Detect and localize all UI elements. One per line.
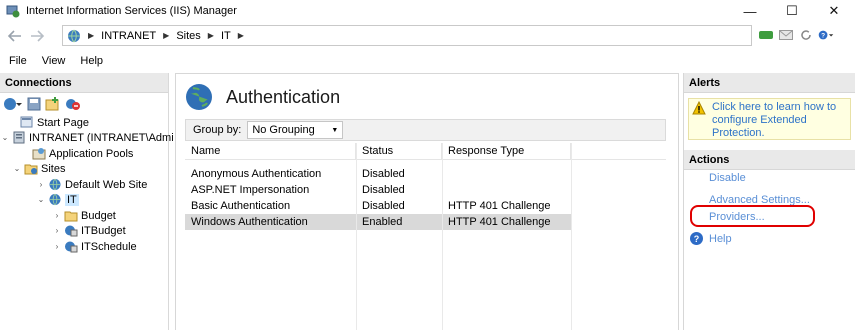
- mail-icon[interactable]: [778, 27, 794, 43]
- breadcrumb-intranet[interactable]: INTRANET: [101, 30, 156, 42]
- tree-item-start-page[interactable]: Start Page: [8, 115, 89, 130]
- expand-chevron-icon[interactable]: ›: [52, 226, 62, 235]
- breadcrumb-separator: ▶: [237, 31, 244, 40]
- groupby-dropdown[interactable]: No Grouping ▼: [247, 121, 344, 139]
- actions-pane: Alerts Click here to learn how to config…: [683, 73, 855, 330]
- tree-item-default-web-site[interactable]: › Default Web Site: [36, 177, 148, 192]
- forward-arrow-icon[interactable]: [26, 25, 48, 47]
- tree-item-budget[interactable]: › Budget: [52, 208, 116, 223]
- svg-text:?: ?: [821, 33, 825, 40]
- connections-toolbar: [0, 93, 168, 115]
- title-bar: Internet Information Services (IIS) Mana…: [0, 0, 855, 22]
- groupby-bar: Group by: No Grouping ▼: [185, 119, 666, 141]
- providers-highlight-ring: [690, 205, 815, 227]
- table-row[interactable]: Basic Authentication Disabled HTTP 401 C…: [185, 198, 666, 214]
- groupby-label: Group by:: [193, 124, 242, 136]
- application-icon: [65, 241, 78, 253]
- actions-header: Actions: [684, 150, 855, 170]
- collapse-chevron-icon[interactable]: ⌄: [36, 195, 46, 204]
- warning-icon: [692, 101, 706, 115]
- menu-help[interactable]: Help: [80, 55, 103, 67]
- expand-chevron-icon[interactable]: ›: [52, 211, 62, 220]
- feature-pane: Authentication Group by: No Grouping ▼ N…: [175, 73, 679, 330]
- table-row-selected[interactable]: Windows Authentication Enabled HTTP 401 …: [185, 214, 571, 230]
- start-page-icon: [20, 116, 33, 128]
- alerts-header: Alerts: [684, 73, 855, 93]
- address-field[interactable]: ▶ INTRANET ▶ Sites ▶ IT ▶: [62, 25, 752, 46]
- connections-header: Connections: [0, 73, 168, 93]
- groupby-value: No Grouping: [252, 124, 315, 136]
- globe-icon: [49, 178, 61, 191]
- back-arrow-icon[interactable]: [4, 25, 26, 47]
- disable-action-link[interactable]: Disable: [709, 172, 746, 184]
- collapse-chevron-icon[interactable]: ⌄: [0, 133, 10, 142]
- tree-item-sites[interactable]: ⌄ Sites: [12, 161, 65, 176]
- window-controls: — ☐ ✕: [729, 0, 855, 22]
- connect-icon[interactable]: [758, 27, 774, 43]
- page-title: Authentication: [226, 86, 341, 107]
- collapse-chevron-icon[interactable]: ⌄: [12, 164, 22, 173]
- globe-icon: [68, 29, 80, 42]
- tree-item-itschedule[interactable]: › ITSchedule: [52, 239, 137, 254]
- tree-item-itbudget[interactable]: › ITBudget: [52, 223, 126, 238]
- table-header: Name Status Response Type: [185, 142, 666, 160]
- menu-bar: File View Help: [0, 52, 855, 70]
- help-link[interactable]: Help: [709, 233, 732, 245]
- sites-folder-icon: [24, 164, 38, 175]
- breadcrumb-separator: ▶: [163, 31, 170, 40]
- app-pools-icon: [32, 148, 46, 160]
- help-icon: ?: [690, 232, 703, 245]
- address-bar: ▶ INTRANET ▶ Sites ▶ IT ▶ ?: [0, 24, 855, 48]
- connect-globe-icon[interactable]: [3, 97, 23, 111]
- expand-chevron-icon[interactable]: ›: [52, 242, 62, 251]
- authentication-table: Name Status Response Type Anonymous Auth…: [185, 142, 666, 330]
- tree-item-intranet[interactable]: ⌄ INTRANET (INTRANET\Admi: [0, 130, 174, 145]
- refresh-icon[interactable]: [798, 27, 814, 43]
- column-header-response-type[interactable]: Response Type: [442, 142, 571, 160]
- address-tools: ?: [758, 27, 834, 43]
- help-dropdown-icon[interactable]: ?: [818, 27, 834, 43]
- maximize-button[interactable]: ☐: [771, 0, 813, 22]
- server-icon: [13, 131, 25, 144]
- column-header-status[interactable]: Status: [356, 142, 442, 160]
- table-row[interactable]: Anonymous Authentication Disabled: [185, 166, 666, 182]
- tree-item-it[interactable]: ⌄ IT: [36, 192, 79, 207]
- connections-pane: Connections Start Page ⌄ INTRANET (INTRA…: [0, 73, 174, 330]
- add-connection-icon[interactable]: [45, 97, 61, 111]
- menu-view[interactable]: View: [42, 55, 66, 67]
- table-row[interactable]: ASP.NET Impersonation Disabled: [185, 182, 666, 198]
- globe-icon: [49, 193, 61, 206]
- breadcrumb-it[interactable]: IT: [221, 30, 231, 42]
- save-icon[interactable]: [27, 97, 41, 111]
- help-action[interactable]: ? Help: [690, 232, 732, 245]
- dropdown-arrow-icon: ▼: [331, 126, 339, 134]
- iis-app-icon: [6, 5, 20, 18]
- expand-chevron-icon[interactable]: ›: [36, 180, 46, 189]
- feature-header: Authentication: [184, 82, 340, 112]
- tree-item-application-pools[interactable]: Application Pools: [20, 146, 133, 161]
- close-button[interactable]: ✕: [813, 0, 855, 22]
- menu-file[interactable]: File: [9, 55, 27, 67]
- authentication-globe-icon: [186, 84, 212, 110]
- alert-box[interactable]: Click here to learn how to configure Ext…: [688, 98, 851, 140]
- breadcrumb-separator: ▶: [207, 31, 214, 40]
- remove-connection-icon[interactable]: [65, 97, 81, 111]
- alert-link[interactable]: Click here to learn how to configure Ext…: [712, 101, 847, 139]
- folder-icon: [64, 211, 78, 222]
- minimize-button[interactable]: —: [729, 0, 771, 22]
- application-icon: [65, 225, 78, 237]
- breadcrumb-separator: ▶: [88, 31, 95, 40]
- breadcrumb-sites[interactable]: Sites: [176, 30, 200, 42]
- window-title: Internet Information Services (IIS) Mana…: [26, 5, 237, 17]
- column-header-name[interactable]: Name: [185, 142, 356, 160]
